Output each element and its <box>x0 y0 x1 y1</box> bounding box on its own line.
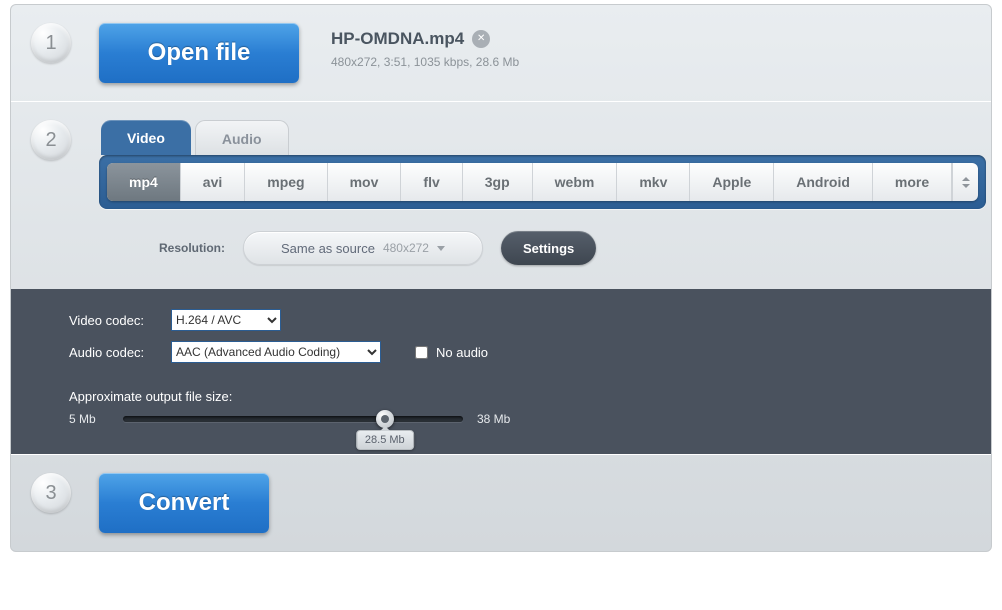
format-android[interactable]: Android <box>774 163 873 201</box>
step-badge-2: 2 <box>31 120 71 160</box>
resolution-select[interactable]: Same as source 480x272 <box>243 231 483 265</box>
step-3-section: 3 Convert <box>11 455 991 551</box>
file-meta: 480x272, 3:51, 1035 kbps, 28.6 Mb <box>331 55 519 69</box>
slider-min: 5 Mb <box>69 412 109 426</box>
tab-audio[interactable]: Audio <box>195 120 289 155</box>
format-apple[interactable]: Apple <box>690 163 774 201</box>
format-webm[interactable]: webm <box>533 163 618 201</box>
settings-button[interactable]: Settings <box>501 231 596 265</box>
step-1-section: 1 Open file HP-OMDNA.mp4 480x272, 3:51, … <box>11 5 991 101</box>
format-flv[interactable]: flv <box>401 163 462 201</box>
file-info: HP-OMDNA.mp4 480x272, 3:51, 1035 kbps, 2… <box>331 23 519 69</box>
slider-max: 38 Mb <box>477 412 510 426</box>
step-badge-3: 3 <box>31 473 71 513</box>
advanced-settings: Video codec: H.264 / AVC Audio codec: AA… <box>11 289 991 454</box>
format-mov[interactable]: mov <box>328 163 402 201</box>
remove-file-icon[interactable] <box>472 30 490 48</box>
convert-button[interactable]: Convert <box>99 473 269 533</box>
format-avi[interactable]: avi <box>181 163 245 201</box>
format-more[interactable]: more <box>873 163 952 201</box>
format-scroll-icon[interactable] <box>952 163 978 201</box>
format-mkv[interactable]: mkv <box>617 163 690 201</box>
step-badge-1: 1 <box>31 23 71 63</box>
converter-panel: 1 Open file HP-OMDNA.mp4 480x272, 3:51, … <box>10 4 992 552</box>
format-mpeg[interactable]: mpeg <box>245 163 327 201</box>
tab-video[interactable]: Video <box>101 120 191 155</box>
slider-value-bubble: 28.5 Mb <box>356 430 414 450</box>
resolution-sub: 480x272 <box>383 241 429 255</box>
format-tabs: Video Audio <box>101 120 986 155</box>
open-file-button[interactable]: Open file <box>99 23 299 83</box>
no-audio-checkbox[interactable] <box>415 346 428 359</box>
video-codec-label: Video codec: <box>69 313 159 328</box>
video-codec-select[interactable]: H.264 / AVC <box>171 309 281 331</box>
audio-codec-label: Audio codec: <box>69 345 159 360</box>
size-slider[interactable]: 28.5 Mb <box>123 416 463 422</box>
audio-codec-select[interactable]: AAC (Advanced Audio Coding) <box>171 341 381 363</box>
format-3gp[interactable]: 3gp <box>463 163 533 201</box>
no-audio-label: No audio <box>436 345 488 360</box>
approx-size-label: Approximate output file size: <box>69 389 933 404</box>
file-name: HP-OMDNA.mp4 <box>331 29 464 49</box>
resolution-label: Resolution: <box>159 241 225 255</box>
format-bar: mp4 avi mpeg mov flv 3gp webm mkv Apple … <box>99 155 986 209</box>
format-mp4[interactable]: mp4 <box>107 163 181 201</box>
step-2-section: 2 Video Audio mp4 avi mpeg mov flv 3gp w… <box>11 102 991 289</box>
resolution-text: Same as source <box>281 241 375 256</box>
chevron-down-icon <box>437 246 445 251</box>
